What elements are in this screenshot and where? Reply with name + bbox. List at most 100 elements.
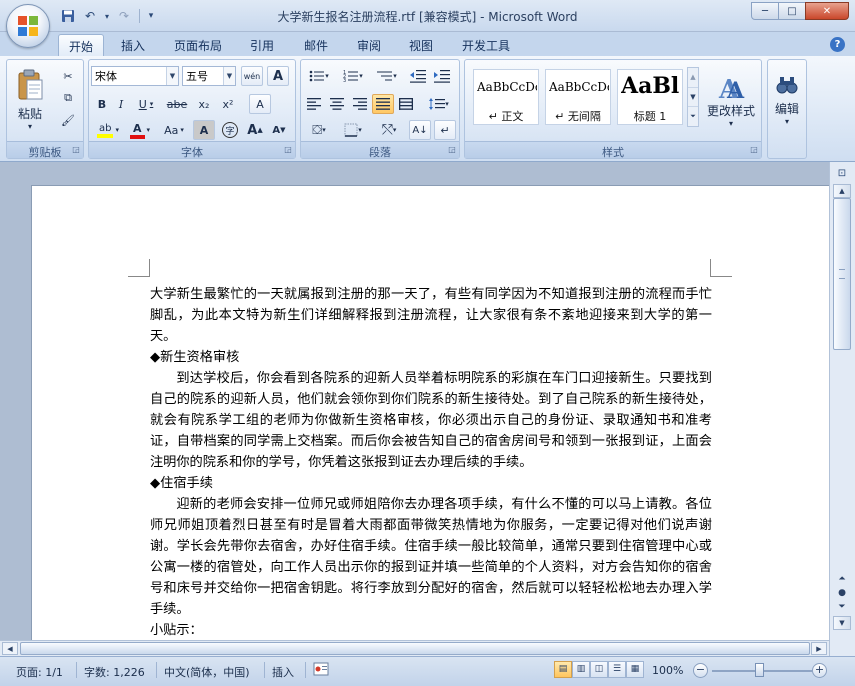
document-paragraph[interactable]: 迎新的老师会安排一位师兄或师姐陪你去办理各项手续，有什么不懂的可以马上请教。各位… xyxy=(150,494,712,620)
draft-view-button[interactable]: ▦ xyxy=(626,661,644,678)
tab-view[interactable]: 视图 xyxy=(399,34,443,56)
zoom-level[interactable]: 100% xyxy=(652,664,683,677)
document-paragraph[interactable]: 大学新生最繁忙的一天就属报到注册的那一天了，有些有同学因为不知道报到注册的流程而… xyxy=(150,284,712,347)
scroll-thumb[interactable] xyxy=(833,198,851,350)
sort-button[interactable]: A↓ xyxy=(409,120,431,140)
enclose-characters-button[interactable]: 字 xyxy=(219,120,241,140)
font-color-button[interactable]: A ▾ xyxy=(126,120,154,140)
editing-button[interactable]: 编辑 ▾ xyxy=(771,64,803,136)
paste-button[interactable]: 粘贴 ▾ xyxy=(11,64,49,136)
paragraph-launcher-icon[interactable]: ◲ xyxy=(447,145,457,155)
select-browse-object-button[interactable]: ● xyxy=(833,586,851,600)
ruler-toggle-icon[interactable]: ⊡ xyxy=(834,168,850,182)
tab-page-layout[interactable]: 页面布局 xyxy=(164,34,232,56)
tab-insert[interactable]: 插入 xyxy=(111,34,155,56)
show-marks-button[interactable]: ↵ xyxy=(434,120,456,140)
cut-button[interactable]: ✂ xyxy=(57,66,79,86)
character-shading-button[interactable]: A xyxy=(193,120,215,140)
increase-indent-button[interactable] xyxy=(431,66,453,86)
character-border-button[interactable]: A xyxy=(267,66,289,86)
underline-button[interactable]: U ▾ xyxy=(132,94,160,114)
clear-formatting-button[interactable]: A xyxy=(249,94,271,114)
help-icon[interactable]: ? xyxy=(830,37,845,52)
style-normal[interactable]: AaBbCcDc ↵ 正文 xyxy=(473,69,539,125)
chevron-down-icon[interactable]: ▼ xyxy=(688,87,698,106)
borders-button[interactable]: ▾ xyxy=(337,120,369,140)
styles-gallery-scroll[interactable]: ▲ ▼ ⏷ xyxy=(687,67,699,127)
tab-mailings[interactable]: 邮件 xyxy=(294,34,338,56)
zoom-slider-thumb[interactable] xyxy=(755,663,764,677)
web-layout-view-button[interactable]: ◫ xyxy=(590,661,608,678)
language-indicator[interactable]: 中文(简体，中国) xyxy=(164,664,250,680)
section-heading[interactable]: 小贴示： xyxy=(150,620,712,641)
scroll-left-button[interactable]: ◀ xyxy=(2,642,18,655)
scroll-down-button[interactable]: ▼ xyxy=(833,616,851,630)
bullets-button[interactable]: ▾ xyxy=(303,66,335,86)
page-count[interactable]: 页面: 1/1 xyxy=(16,664,63,680)
shrink-font-button[interactable]: A ▼ xyxy=(268,120,290,140)
chevron-down-icon[interactable]: ▼ xyxy=(223,67,235,85)
grow-font-button[interactable]: A ▲ xyxy=(244,120,266,140)
distributed-button[interactable] xyxy=(395,94,417,114)
close-button[interactable]: ✕ xyxy=(805,2,849,20)
multilevel-list-button[interactable]: ▾ xyxy=(371,66,403,86)
align-center-button[interactable] xyxy=(326,94,348,114)
strikethrough-button[interactable]: abe xyxy=(164,94,190,114)
phonetic-guide-button[interactable]: wén xyxy=(241,66,263,86)
macro-record-icon[interactable] xyxy=(313,662,329,679)
decrease-indent-button[interactable] xyxy=(407,66,429,86)
scroll-right-button[interactable]: ▶ xyxy=(811,642,827,655)
vertical-scrollbar[interactable]: ⊡ ▲ ⏶ ● ⏷ ▼ xyxy=(829,162,855,656)
copy-button[interactable]: ⧉ xyxy=(57,88,79,108)
document-page[interactable]: 大学新生最繁忙的一天就属报到注册的那一天了，有些有同学因为不知道报到注册的流程而… xyxy=(31,185,829,640)
bold-button[interactable]: B xyxy=(93,94,111,114)
shading-button[interactable]: ⛋ ▾ xyxy=(303,120,335,140)
next-page-button[interactable]: ⏷ xyxy=(833,600,851,614)
numbering-button[interactable]: 1 2 3 ▾ xyxy=(337,66,369,86)
minimize-button[interactable]: ─ xyxy=(751,2,779,20)
section-heading[interactable]: ◆住宿手续 xyxy=(150,473,712,494)
zoom-out-button[interactable]: − xyxy=(693,663,708,678)
highlight-button[interactable]: ab ▾ xyxy=(93,120,123,140)
print-layout-view-button[interactable]: ▤ xyxy=(554,661,572,678)
chevron-down-icon[interactable]: ▼ xyxy=(166,67,178,85)
tab-home[interactable]: 开始 xyxy=(58,34,105,56)
document-paragraph[interactable]: 到达学校后，你会看到各院系的迎新人员举着标明院系的彩旗在车门口迎接新生。只要找到… xyxy=(150,368,712,473)
maximize-button[interactable]: □ xyxy=(778,2,806,20)
insert-mode[interactable]: 插入 xyxy=(272,664,294,680)
full-screen-reading-button[interactable]: ▥ xyxy=(572,661,590,678)
change-case-button[interactable]: Aa ▾ xyxy=(158,120,190,140)
italic-button[interactable]: I xyxy=(112,94,130,114)
superscript-button[interactable]: x² xyxy=(217,94,239,114)
tab-developer[interactable]: 开发工具 xyxy=(452,34,520,56)
tab-review[interactable]: 审阅 xyxy=(347,34,391,56)
justify-button[interactable] xyxy=(372,94,394,114)
align-right-button[interactable] xyxy=(349,94,371,114)
section-heading[interactable]: ◆新生资格审核 xyxy=(150,347,712,368)
horizontal-scroll-thumb[interactable] xyxy=(20,642,810,655)
zoom-in-button[interactable]: + xyxy=(812,663,827,678)
document-text[interactable]: 大学新生最繁忙的一天就属报到注册的那一天了，有些有同学因为不知道报到注册的流程而… xyxy=(150,284,712,641)
font-name-combo[interactable]: 宋体 ▼ xyxy=(91,66,179,86)
previous-page-button[interactable]: ⏶ xyxy=(833,572,851,586)
change-styles-button[interactable]: A A 更改样式 ▾ xyxy=(703,64,759,136)
chevron-up-icon[interactable]: ▲ xyxy=(688,68,698,87)
gallery-more-icon[interactable]: ⏷ xyxy=(688,106,698,125)
style-no-spacing[interactable]: AaBbCcDc ↵ 无间隔 xyxy=(545,69,611,125)
clipboard-launcher-icon[interactable]: ◲ xyxy=(71,145,81,155)
horizontal-scrollbar[interactable]: ◀ ▶ xyxy=(0,640,829,656)
align-left-button[interactable] xyxy=(303,94,325,114)
style-heading-1[interactable]: AaBl 标题 1 xyxy=(617,69,683,125)
font-launcher-icon[interactable]: ◲ xyxy=(283,145,293,155)
outline-view-button[interactable]: ☰ xyxy=(608,661,626,678)
office-button[interactable] xyxy=(6,4,50,48)
format-painter-button[interactable]: 🖌 xyxy=(57,110,79,130)
scroll-up-button[interactable]: ▲ xyxy=(833,184,851,198)
tab-references[interactable]: 引用 xyxy=(240,34,284,56)
word-count[interactable]: 字数: 1,226 xyxy=(84,664,145,680)
chinese-layout-button[interactable]: ⤲ ▾ xyxy=(373,120,405,140)
font-size-combo[interactable]: 五号 ▼ xyxy=(182,66,236,86)
line-spacing-button[interactable]: ▾ xyxy=(423,94,455,114)
subscript-button[interactable]: x₂ xyxy=(193,94,215,114)
styles-launcher-icon[interactable]: ◲ xyxy=(749,145,759,155)
